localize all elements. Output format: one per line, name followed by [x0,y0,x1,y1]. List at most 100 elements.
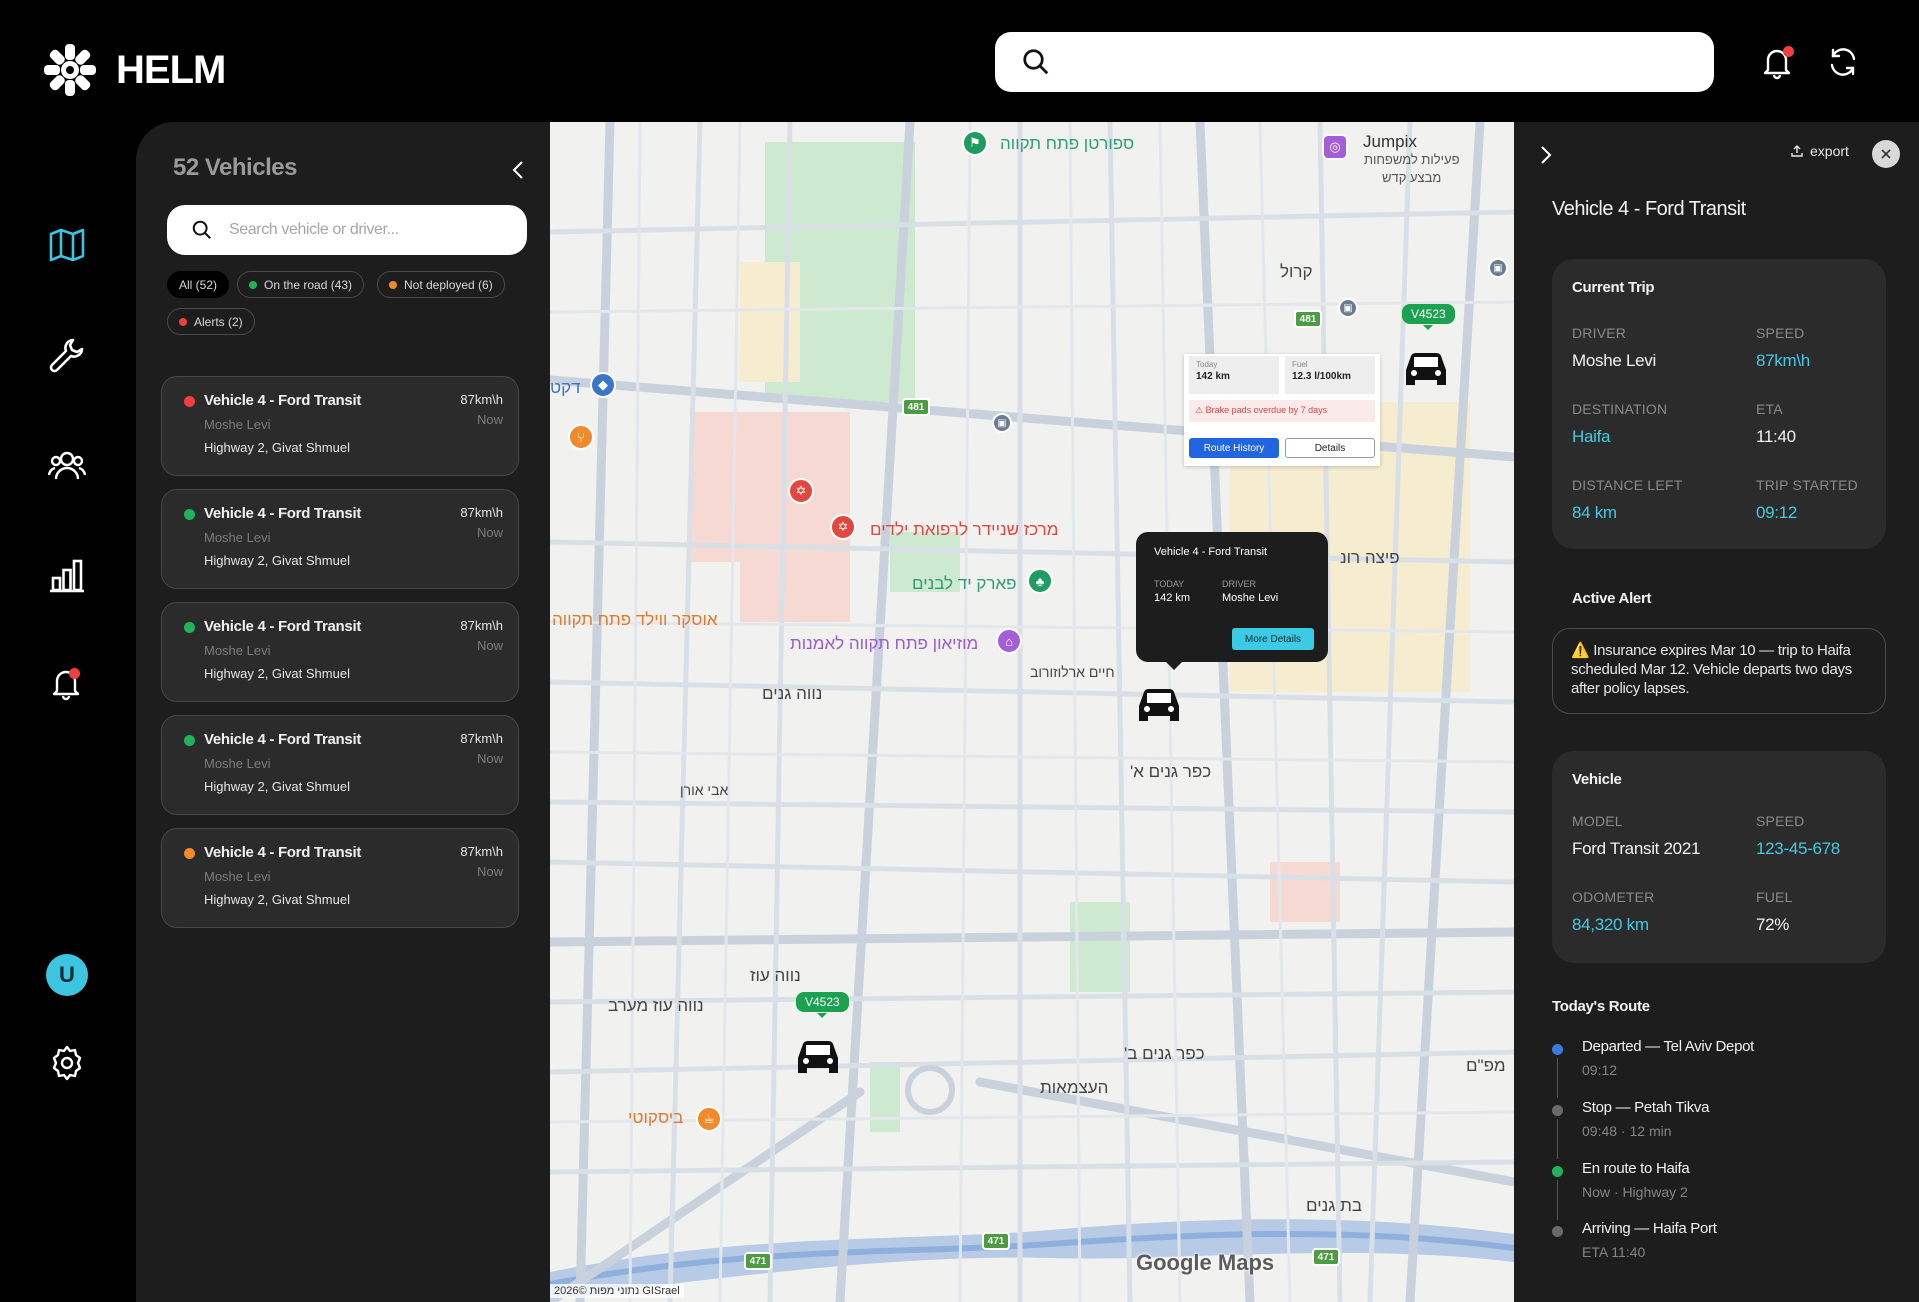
details-button[interactable]: Details [1285,438,1375,458]
maintenance-nav-button[interactable] [48,336,86,374]
field-value: Moshe Levi [1572,351,1656,370]
vehicles-panel: 52 Vehicles Search vehicle or driver... … [136,122,550,1302]
field-label: MODEL [1572,813,1623,829]
tooltip-title: Vehicle 4 - Ford Transit [1154,546,1268,558]
app-logo[interactable]: HELM [44,44,226,96]
alerts-dot [69,668,80,679]
field-label: DRIVER [1572,325,1627,341]
car-icon[interactable] [1135,682,1183,722]
vehicle-time: Now [476,638,503,653]
fuel-value: 12.3 l/100km [1292,371,1351,382]
collapse-panel-button[interactable] [508,158,528,182]
filter-chip-on-road[interactable]: On the road (43) [237,271,365,298]
map-label: נווה עוז [750,966,801,985]
field-label: FUEL [1756,889,1793,905]
vehicles-count-title: 52 Vehicles [173,154,297,181]
map-label: מפ"ם [1466,1056,1506,1075]
tooltip-today-value: 142 km [1154,592,1191,604]
drivers-nav-button[interactable] [47,446,87,484]
vehicle-info-card: Vehicle MODEL Ford Transit 2021 SPEED 12… [1552,751,1886,963]
reports-nav-button[interactable] [48,556,86,594]
field-label: ODOMETER [1572,889,1655,905]
vehicle-driver: Moshe Levi [204,756,271,771]
park-poi-icon[interactable]: ♣ [1027,568,1053,594]
users-icon [47,451,87,480]
sport-poi-icon[interactable]: ⚑ [962,130,988,156]
alerts-nav-button[interactable] [48,664,86,702]
map-label: כפר גנים ב' [1124,1044,1205,1063]
vehicle-location: Highway 2, Givat Shmuel [204,666,350,681]
cafe-poi-icon[interactable]: ☕ [696,1106,722,1132]
map-label: נווה גנים [762,684,823,703]
vehicle-card[interactable]: Vehicle 4 - Ford Transit Moshe Levi High… [161,489,519,589]
trip-speed-field: SPEED 87km\h [1756,325,1810,371]
vehicle-tag[interactable]: V4523 [1402,304,1455,330]
route-stop-title: En route to Haifa [1582,1160,1690,1177]
vehicle-search-input[interactable]: Search vehicle or driver... [167,205,527,255]
vehicle-speed: 87km\h [460,618,503,633]
trip-eta-field: ETA 11:40 [1756,401,1796,447]
more-details-button[interactable]: More Details [1232,628,1314,650]
search-icon [192,220,211,239]
google-maps-logo: Google Maps [1136,1250,1275,1275]
map-label: מוזיאון פתח תקווה לאמנות [790,634,979,653]
map-label: פארק יד לבנים [912,574,1017,593]
user-avatar[interactable]: U [46,954,88,996]
vehicle-fuel-field: FUEL 72% [1756,889,1793,935]
museum-poi-icon[interactable]: ⌂ [996,628,1022,654]
hospital-poi-icon[interactable]: ✡ [830,514,856,540]
close-panel-button[interactable] [1872,140,1900,168]
vehicle-card[interactable]: Vehicle 4 - Ford Transit Moshe Levi High… [161,715,519,815]
route-line [1557,1058,1558,1098]
route-stop-sub: 09:12 [1582,1062,1618,1078]
restaurant-poi-icon[interactable]: ⑂ [568,424,594,450]
bell-icon [52,670,80,701]
vehicle-time: Now [476,864,503,879]
map-icon [49,228,85,262]
trip-driver-field: DRIVER Moshe Levi [1572,325,1656,371]
route-stop-sub: 09:48 · 12 min [1582,1123,1672,1139]
export-button[interactable]: export [1790,143,1849,159]
car-icon[interactable] [794,1034,842,1074]
map-nav-button[interactable] [48,226,86,264]
tooltip-today-label: TODAY [1154,579,1185,589]
hospital-poi-icon[interactable]: ✡ [788,478,814,504]
vehicle-card[interactable]: Vehicle 4 - Ford Transit Moshe Levi High… [161,828,519,928]
fuel-cell: Fuel 12.3 l/100km [1285,356,1375,394]
global-search-input[interactable] [995,32,1714,92]
status-dot [184,848,195,859]
app-name: HELM [116,47,226,92]
expand-panel-button[interactable] [1536,144,1556,166]
notifications-button[interactable] [1759,44,1795,80]
vehicle-location: Highway 2, Givat Shmuel [204,553,350,568]
field-label: SPEED [1756,813,1805,829]
map-label: ספורטן פתח תקווה [1000,134,1135,153]
shopping-poi-icon[interactable]: ◆ [590,372,616,398]
gear-icon [52,1045,82,1081]
vehicle-tag[interactable]: V4523 [796,992,849,1018]
refresh-button[interactable] [1825,44,1861,80]
route-history-button[interactable]: Route History [1189,438,1279,458]
current-trip-card: Current Trip DRIVER Moshe Levi SPEED 87k… [1552,259,1886,549]
settings-nav-button[interactable] [48,1044,86,1082]
vehicle-location: Highway 2, Givat Shmuel [204,892,350,907]
filter-chip-alerts[interactable]: Alerts (2) [167,308,255,335]
vehicle-card[interactable]: Vehicle 4 - Ford Transit Moshe Levi High… [161,376,519,476]
car-icon[interactable] [1402,346,1450,386]
tooltip-driver-label: DRIVER [1222,579,1257,589]
vehicle-card[interactable]: Vehicle 4 - Ford Transit Moshe Levi High… [161,602,519,702]
trip-destination-field: DESTINATION Haifa [1572,401,1667,447]
road-badge: 471 [1312,1248,1340,1266]
map-attribution[interactable]: נתוני מפות ©2026 GISrael [550,1284,684,1298]
map-label: מבצע קדש [1382,170,1442,185]
road-badge: 471 [744,1252,772,1270]
todays-route-heading: Today's Route [1552,998,1650,1015]
vehicle-name: Vehicle 4 - Ford Transit [204,731,362,748]
filter-chip-not-deployed[interactable]: Not deployed (6) [377,271,505,298]
activity-poi-icon[interactable]: ◎ [1322,134,1348,160]
map-view[interactable]: ספורטן פתח תקווה Jumpix פעילות למשפחות מ… [550,122,1514,1302]
export-label: export [1810,143,1849,159]
upload-icon [1791,145,1803,157]
field-value: 72% [1756,915,1790,934]
filter-chip-all[interactable]: All (52) [167,271,230,298]
